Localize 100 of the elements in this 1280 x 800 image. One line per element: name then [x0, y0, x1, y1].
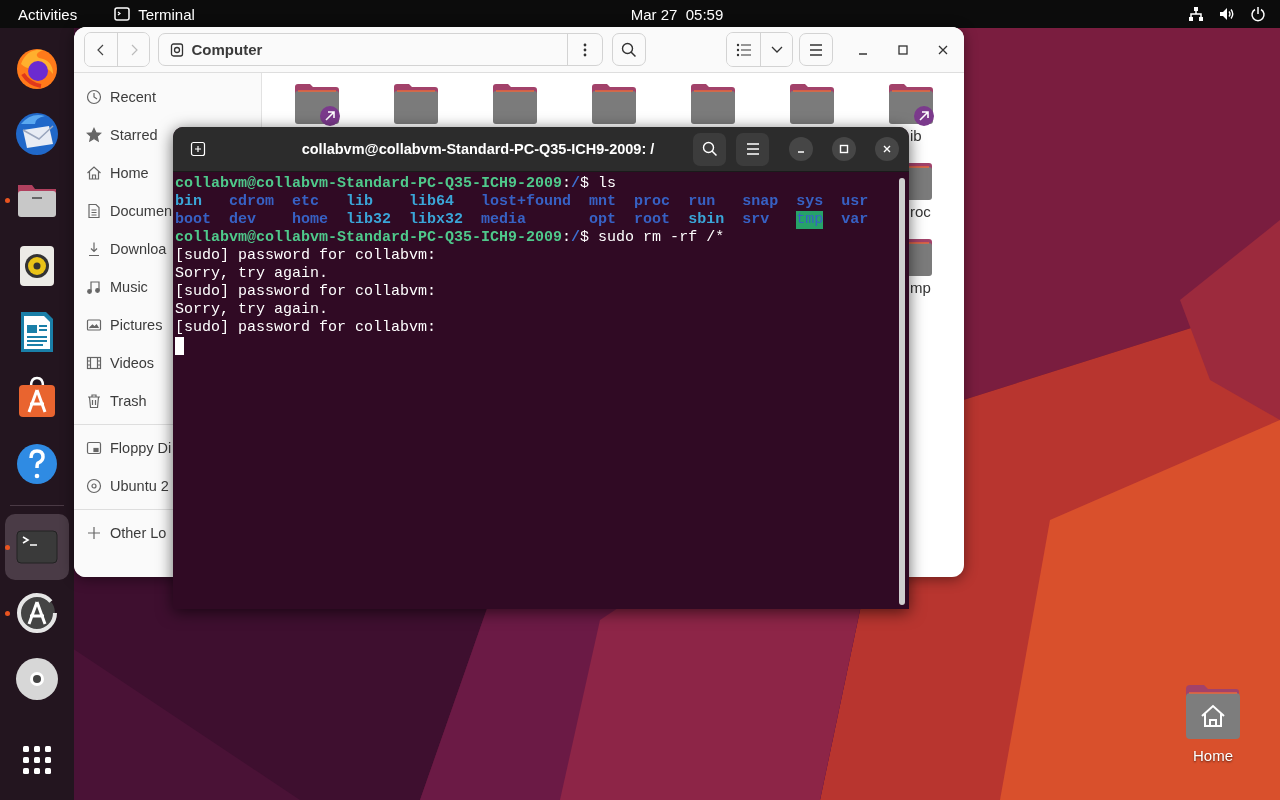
file-name: dev: [229, 211, 257, 229]
file-name: tmp: [796, 211, 824, 229]
window-title: collabvm@collabvm-Standard-PC-Q35-ICH9-2009: /: [300, 141, 656, 157]
clock-icon: [86, 89, 102, 105]
minimize-button[interactable]: [789, 137, 813, 161]
scrollbar[interactable]: [899, 178, 905, 605]
file-name: home: [292, 211, 329, 229]
sidebar-item[interactable]: Other Lo: [74, 514, 169, 552]
disc-icon: [13, 655, 61, 703]
sidebar-item[interactable]: Videos: [74, 344, 157, 382]
running-indicator: [5, 611, 10, 616]
menu-icon: [745, 143, 760, 155]
picture-icon: [86, 317, 102, 333]
file-name: snap: [742, 193, 779, 211]
folder-link-icon[interactable]: [886, 82, 935, 126]
mail-icon: [13, 110, 61, 158]
activities-button[interactable]: Activities: [18, 3, 78, 25]
file-name: sbin: [688, 211, 725, 229]
terminal-line: collabvm@collabvm-Standard-PC-Q35-ICH9-2009:/$ ls: [175, 175, 617, 193]
music-note-icon: [86, 279, 102, 295]
folder-icon[interactable]: [490, 82, 539, 126]
file-name: lib64: [409, 193, 455, 211]
search-button[interactable]: [693, 132, 726, 166]
terminal-line: collabvm@collabvm-Standard-PC-Q35-ICH9-2009:/$ sudo rm -rf /*: [175, 229, 725, 247]
sidebar-item[interactable]: Downloa: [74, 230, 169, 268]
file-name: etc: [292, 193, 320, 211]
app-menu[interactable]: Terminal: [138, 5, 195, 23]
sidebar-item[interactable]: Documen: [74, 192, 175, 230]
search-icon: [701, 141, 718, 157]
minimize-icon: [797, 150, 805, 153]
file-name: bin: [175, 193, 202, 211]
list-icon: [735, 41, 752, 58]
minimize-icon: [858, 52, 868, 55]
file-name: mp: [909, 279, 931, 296]
terminal-line: [sudo] password for collabvm:: [175, 247, 437, 265]
power-icon[interactable]: [1250, 6, 1266, 22]
folder-icon[interactable]: [589, 82, 638, 126]
folder-icon[interactable]: [787, 82, 836, 126]
maximize-icon: [839, 144, 849, 154]
plus-icon: [86, 525, 102, 541]
file-name: cdrom: [229, 193, 275, 211]
folder-icon[interactable]: [391, 82, 440, 126]
drive-icon[interactable]: [168, 41, 185, 58]
running-indicator: [5, 198, 10, 203]
search-icon: [620, 41, 637, 58]
sidebar-item[interactable]: Pictures: [74, 306, 165, 344]
sidebar-item[interactable]: Recent: [74, 78, 158, 116]
file-name: opt: [589, 211, 617, 229]
close-button[interactable]: [875, 137, 899, 161]
clock[interactable]: Mar 27 05:59: [556, 5, 724, 23]
search-button[interactable]: [612, 33, 646, 66]
document-icon: [86, 203, 102, 219]
file-name: root: [634, 211, 671, 229]
more-icon: [583, 42, 587, 57]
file-name: var: [841, 211, 869, 229]
file-name: lib32: [346, 211, 392, 229]
sidebar-item[interactable]: Ubuntu 2: [74, 467, 171, 505]
path-bar[interactable]: Computer: [157, 33, 603, 66]
terminal-line: Sorry, try again.: [175, 265, 329, 283]
volume-icon[interactable]: [1219, 6, 1235, 22]
drive-icon: [86, 440, 102, 456]
file-name: sys: [796, 193, 824, 211]
file-name: mnt: [589, 193, 617, 211]
close-icon: [938, 44, 948, 55]
file-name: lost+found: [481, 193, 572, 211]
maximize-button[interactable]: [832, 137, 856, 161]
terminal-line: Sorry, try again.: [175, 301, 329, 319]
star-icon: [86, 127, 102, 143]
terminal-icon: [114, 7, 131, 21]
file-name: ib: [909, 127, 922, 144]
close-icon: [882, 144, 892, 154]
sidebar-item[interactable]: Home: [74, 154, 151, 192]
folder-link-icon[interactable]: [292, 82, 341, 126]
sidebar-item[interactable]: Floppy Di: [74, 429, 174, 467]
sidebar-item[interactable]: Trash: [74, 382, 149, 420]
house-icon: [86, 165, 102, 181]
maximize-icon: [898, 44, 908, 55]
file-name: roc: [909, 203, 931, 220]
download-icon: [86, 241, 102, 257]
caret-icon: [770, 45, 783, 54]
desktop-icon-label[interactable]: Home: [1193, 747, 1233, 764]
menu-icon: [809, 43, 824, 56]
sidebar-item[interactable]: Music: [74, 268, 150, 306]
file-name: run: [688, 193, 716, 211]
file-name: media: [481, 211, 527, 229]
disc-icon: [86, 478, 102, 494]
menu-button[interactable]: [736, 132, 769, 166]
new-tab-icon: [190, 141, 206, 157]
sidebar-item[interactable]: Starred: [74, 116, 160, 154]
terminal-line: [sudo] password for collabvm:: [175, 283, 437, 301]
folder-icon[interactable]: [688, 82, 737, 126]
running-indicator: [5, 545, 10, 550]
film-icon: [86, 355, 102, 371]
file-name: boot: [175, 211, 211, 229]
terminal-line: [sudo] password for collabvm:: [175, 319, 437, 337]
file-name: lib: [346, 193, 374, 211]
network-icon[interactable]: [1188, 6, 1204, 22]
file-name: proc: [634, 193, 671, 211]
menu-button[interactable]: [799, 33, 833, 66]
home-folder-icon[interactable]: [1184, 683, 1242, 741]
